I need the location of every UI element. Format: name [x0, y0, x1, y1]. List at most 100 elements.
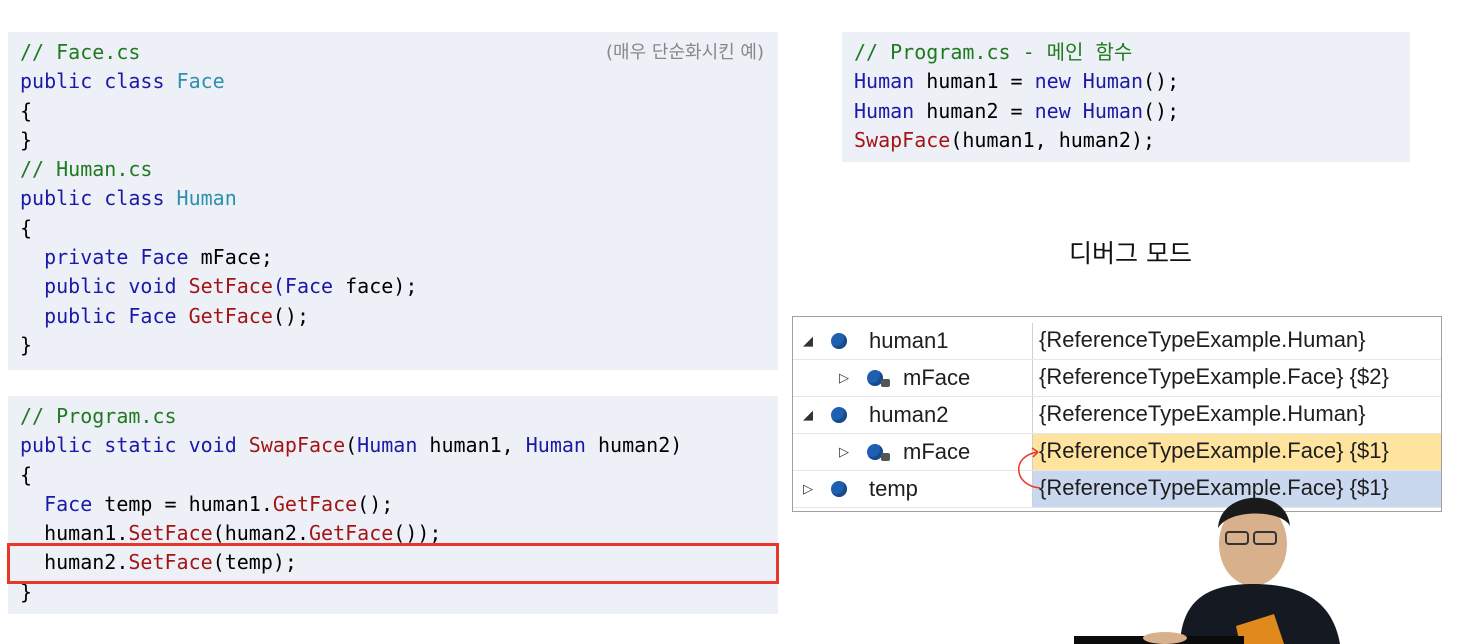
code-token: public Face	[20, 303, 189, 328]
code-token: (Face	[272, 274, 346, 299]
watch-value-cell: {ReferenceTypeExample.Human}	[1039, 327, 1366, 352]
watch-value-cell: {ReferenceTypeExample.Human}	[1039, 401, 1366, 426]
code-token: human1 =	[926, 69, 1035, 94]
code-token: }	[20, 127, 33, 152]
code-token: // Face.cs	[20, 40, 141, 64]
code-token: SwapFace	[248, 433, 346, 458]
code-token: human1,	[429, 433, 526, 458]
triangle-collapsed-icon[interactable]: ▷	[839, 360, 849, 396]
code-token: SetFace	[188, 274, 273, 299]
code-token: }	[20, 332, 33, 357]
code-token: human2)	[597, 433, 683, 458]
code-token: Human	[176, 186, 237, 211]
code-line: // Program.cs - 메인 함수	[854, 38, 1410, 67]
code-token: // Program.cs	[20, 404, 177, 428]
code-token: SetFace	[128, 521, 213, 546]
code-line: public class Face	[20, 67, 778, 96]
code-line: Face temp = human1.GetFace();	[20, 490, 778, 519]
code-token: Human	[854, 69, 927, 94]
code-line: public static void SwapFace(Human human1…	[20, 431, 778, 460]
object-icon	[831, 333, 847, 349]
triangle-expanded-icon[interactable]: ◢	[803, 397, 813, 433]
watch-variable-name: human2	[869, 402, 949, 427]
watch-variable-name: human1	[869, 328, 949, 353]
lock-icon	[881, 379, 890, 387]
watch-variable-name: temp	[869, 476, 918, 501]
code-line: Human human2 = new Human();	[854, 97, 1410, 126]
code-line: }	[20, 331, 778, 360]
code-token: public void	[20, 274, 189, 299]
code-token: Human	[357, 433, 430, 458]
code-token: GetFace	[272, 491, 358, 516]
code-token: new Human	[1034, 98, 1143, 123]
code-line: {	[20, 461, 778, 490]
code-token: Human	[525, 433, 598, 458]
code-token: human1.	[20, 521, 129, 546]
code-token: SwapFace	[854, 127, 951, 152]
code-token: new Human	[1034, 69, 1143, 94]
code-line: Human human1 = new Human();	[854, 67, 1410, 96]
presenter-figure	[1074, 497, 1340, 644]
watch-window: ◢ human1 {ReferenceTypeExample.Human} ▷ mFac…	[792, 316, 1442, 512]
triangle-collapsed-icon[interactable]: ▷	[839, 434, 849, 470]
watch-name-cell: ◢ human2	[793, 397, 1033, 433]
code-token: ();	[1143, 69, 1180, 94]
code-token: ();	[357, 491, 394, 516]
code-token: Face	[20, 491, 105, 516]
watch-row[interactable]: ▷ mFace {ReferenceTypeExample.Face} {$2}	[793, 360, 1441, 397]
code-token: (human1, human2);	[950, 127, 1156, 152]
main-program-code: // Program.cs - 메인 함수 Human human1 = new …	[854, 38, 1410, 155]
code-line: public class Human	[20, 184, 778, 213]
code-token: {	[20, 215, 33, 240]
triangle-expanded-icon[interactable]: ◢	[803, 323, 813, 359]
code-token: temp = human1.	[104, 491, 273, 516]
code-line: // Program.cs	[20, 402, 778, 431]
watch-variable-name: mFace	[903, 365, 971, 390]
face-human-code-panel: (매우 단순화시킨 예) // Face.cs public class Face…	[8, 32, 778, 370]
watch-value-cell: {ReferenceTypeExample.Face} {$2}	[1039, 364, 1389, 389]
watch-name-cell: ▷ mFace	[793, 434, 1033, 470]
watch-row[interactable]: ◢ human1 {ReferenceTypeExample.Human}	[793, 323, 1441, 360]
code-token: (	[345, 433, 358, 458]
watch-variable-name: mFace	[903, 439, 971, 464]
code-token: // Human.cs	[20, 157, 153, 182]
triangle-collapsed-icon[interactable]: ▷	[803, 471, 813, 507]
watch-name-cell: ◢ human1	[793, 323, 1033, 359]
code-line: private Face mFace;	[20, 243, 778, 272]
code-line: {	[20, 214, 778, 243]
face-human-code: // Face.cs public class Face{}// Human.cs…	[20, 38, 778, 360]
watch-name-cell: ▷ mFace	[793, 360, 1033, 396]
reference-arrow-icon	[1018, 447, 1041, 489]
code-token: GetFace	[309, 521, 394, 546]
watch-row[interactable]: ▷ mFace {ReferenceTypeExample.Face} {$1}	[793, 434, 1441, 471]
code-token: public class	[20, 186, 177, 211]
code-token: (human2.	[212, 521, 309, 546]
code-line: SwapFace(human1, human2);	[854, 126, 1410, 155]
code-line: // Human.cs	[20, 155, 778, 184]
watch-row[interactable]: ◢ human2 {ReferenceTypeExample.Human}	[793, 397, 1441, 434]
main-program-code-panel: // Program.cs - 메인 함수 Human human1 = new …	[842, 32, 1410, 162]
object-icon	[831, 481, 847, 497]
code-token: Human	[854, 98, 927, 123]
code-token: ());	[393, 521, 442, 546]
watch-name-cell: ▷ temp	[793, 471, 1033, 507]
current-line-highlight-frame	[7, 543, 779, 584]
code-token: ();	[272, 303, 309, 328]
code-token: public static void	[20, 433, 249, 458]
code-token: public class	[20, 69, 177, 94]
code-token: {	[20, 462, 33, 487]
code-line: }	[20, 126, 778, 155]
code-token: Face	[176, 69, 225, 94]
code-line: public Face GetFace();	[20, 302, 778, 331]
code-token: face);	[345, 274, 418, 299]
code-token: {	[20, 98, 33, 123]
code-token: human2 =	[926, 98, 1035, 123]
code-token: ();	[1143, 98, 1180, 123]
simplified-example-note: (매우 단순화시킨 예)	[606, 42, 764, 63]
lock-icon	[881, 453, 890, 461]
code-line: {	[20, 97, 778, 126]
code-token: mFace;	[200, 245, 273, 270]
code-token: private Face	[20, 245, 201, 270]
debug-mode-title: 디버그 모드	[1069, 239, 1192, 268]
code-token: // Program.cs - 메인 함수	[854, 40, 1133, 64]
